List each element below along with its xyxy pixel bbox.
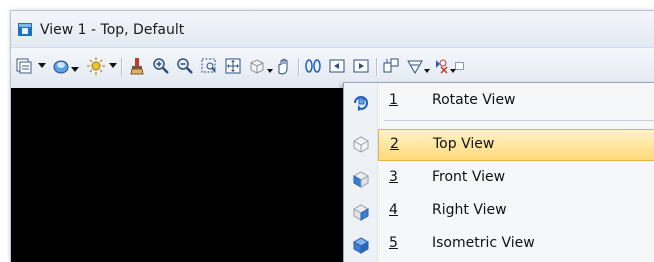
lighting-icon[interactable] [86, 56, 106, 76]
previous-view-icon[interactable] [327, 56, 347, 76]
window-title: View 1 - Top, Default [40, 22, 185, 38]
menu-item-label: Top View [433, 136, 495, 152]
title-bar[interactable]: View 1 - Top, Default [11, 11, 654, 48]
view-canvas[interactable] [11, 88, 347, 262]
view-window-icon [18, 23, 32, 36]
menu-item-number: 3 [389, 169, 398, 185]
right-view-cube-icon [352, 204, 370, 221]
isometric-view-cube-icon [352, 237, 370, 254]
zoom-in-icon[interactable] [151, 56, 171, 76]
camera-icon[interactable] [431, 56, 451, 76]
menu-item-number: 5 [389, 235, 398, 251]
menu-item-front-view[interactable]: 3 Front View [344, 162, 654, 194]
clip-volume-icon[interactable] [405, 56, 425, 76]
dropdown-arrow-icon[interactable] [109, 63, 117, 68]
view-rotation-menu: 1 Rotate View 2 Top View 3 Front View 4 … [343, 82, 654, 262]
fit-view-icon[interactable] [223, 56, 243, 76]
menu-item-rotate-view[interactable]: 1 Rotate View [344, 85, 654, 117]
menu-item-label: Right View [432, 202, 507, 218]
more-icon[interactable] [455, 56, 465, 76]
menu-item-label: Front View [432, 169, 506, 185]
zoom-out-icon[interactable] [175, 56, 195, 76]
toolbar-separator [121, 58, 122, 76]
update-view-icon[interactable] [127, 56, 147, 76]
dropdown-arrow-icon[interactable] [424, 69, 430, 73]
toolbar-separator [376, 58, 377, 76]
menu-item-right-view[interactable]: 4 Right View [344, 195, 654, 227]
dropdown-arrow-icon[interactable] [38, 63, 46, 68]
rotate-view-icon [354, 96, 368, 111]
dropdown-arrow-icon[interactable] [71, 67, 79, 72]
menu-item-number: 1 [389, 92, 398, 108]
toolbar-separator [298, 58, 299, 76]
rotate-view-icon[interactable] [247, 56, 267, 76]
walk-icon[interactable] [303, 56, 323, 76]
view-attributes-icon[interactable] [14, 56, 34, 76]
front-view-cube-icon [352, 171, 370, 188]
menu-item-label: Rotate View [432, 92, 516, 108]
top-view-cube-icon [353, 136, 369, 153]
menu-item-isometric-view[interactable]: 5 Isometric View [344, 228, 654, 260]
view-display-icon[interactable] [51, 56, 71, 76]
pan-view-icon[interactable] [273, 56, 293, 76]
next-view-icon[interactable] [351, 56, 371, 76]
menu-item-number: 2 [390, 136, 399, 152]
menu-divider [384, 120, 654, 121]
menu-item-number: 4 [389, 202, 398, 218]
view-tool-icon[interactable] [381, 56, 401, 76]
menu-item-top-view[interactable]: 2 Top View [378, 129, 654, 161]
menu-item-label: Isometric View [432, 235, 535, 251]
window-area-icon[interactable] [199, 56, 219, 76]
